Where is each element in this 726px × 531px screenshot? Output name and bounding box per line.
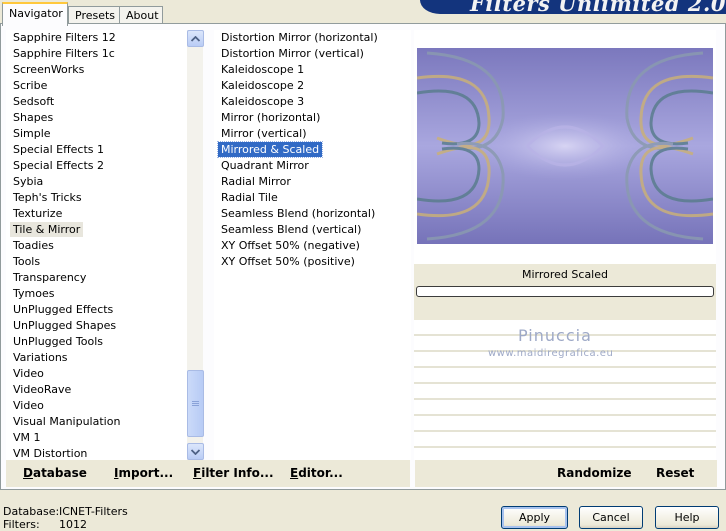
category-item[interactable]: ScreenWorks: [10, 62, 87, 77]
category-item[interactable]: Sedsoft: [10, 94, 57, 109]
preview-panel: Mirrored Scaled Pinuccia www.maidiregraf…: [414, 30, 716, 460]
filter-item[interactable]: Radial Tile: [218, 190, 281, 205]
category-item[interactable]: Tile & Mirror: [10, 222, 84, 237]
category-item[interactable]: Special Effects 2: [10, 158, 107, 173]
help-button[interactable]: Help: [655, 506, 719, 529]
filter-item[interactable]: Quadrant Mirror: [218, 158, 312, 173]
filter-item[interactable]: Distortion Mirror (horizontal): [218, 30, 381, 45]
filters-label: Filters:: [3, 518, 40, 531]
category-item[interactable]: Shapes: [10, 110, 56, 125]
preview-image: [417, 48, 713, 244]
category-item[interactable]: Transparency: [10, 270, 89, 285]
filter-item[interactable]: Kaleidoscope 1: [218, 62, 307, 77]
filter-list[interactable]: Distortion Mirror (horizontal) Distortion…: [214, 30, 411, 460]
left-button-bar: Database Import... Filter Info... Editor…: [6, 460, 410, 487]
watermark-url: www.maidiregrafica.eu: [488, 348, 614, 359]
chevron-up-icon: [191, 35, 200, 42]
category-item[interactable]: Special Effects 1: [10, 142, 107, 157]
category-scrollbar[interactable]: [187, 30, 204, 460]
category-item[interactable]: Sapphire Filters 1c: [10, 46, 118, 61]
filters-value: 1012: [59, 518, 87, 531]
category-item[interactable]: UnPlugged Shapes: [10, 318, 119, 333]
right-button-bar: Randomize Reset: [415, 460, 717, 487]
category-item[interactable]: Visual Manipulation: [10, 414, 123, 429]
category-item[interactable]: Sapphire Filters 12: [10, 30, 119, 45]
preview-graphic: [417, 48, 713, 244]
category-item[interactable]: Teph's Tricks: [10, 190, 85, 205]
database-value: ICNET-Filters: [59, 505, 128, 518]
category-item[interactable]: UnPlugged Tools: [10, 334, 106, 349]
filter-item[interactable]: Mirror (horizontal): [218, 110, 323, 125]
filter-info-button[interactable]: Filter Info...: [193, 466, 274, 480]
banner-title: Filters Unlimited 2.0: [470, 0, 726, 14]
scroll-down-button[interactable]: [187, 443, 204, 460]
category-item[interactable]: Scribe: [10, 78, 50, 93]
filter-item[interactable]: Kaleidoscope 3: [218, 94, 307, 109]
tab-navigator[interactable]: Navigator: [2, 2, 68, 26]
category-item[interactable]: VideoRave: [10, 382, 74, 397]
category-item[interactable]: VM 1: [10, 430, 44, 445]
filter-item[interactable]: Seamless Blend (horizontal): [218, 206, 378, 221]
category-item[interactable]: Tymoes: [10, 286, 57, 301]
category-item[interactable]: VM Distortion: [10, 446, 90, 460]
import-button[interactable]: Import...: [114, 466, 173, 480]
scroll-thumb[interactable]: [187, 370, 204, 437]
filter-item[interactable]: Distortion Mirror (vertical): [218, 46, 367, 61]
filter-item[interactable]: Mirror (vertical): [218, 126, 310, 141]
database-label: Database:: [3, 505, 60, 518]
category-item[interactable]: Sybia: [10, 174, 46, 189]
scroll-up-button[interactable]: [187, 30, 204, 47]
category-item[interactable]: Simple: [10, 126, 54, 141]
effect-name: Mirrored Scaled: [522, 268, 608, 281]
category-item[interactable]: Video: [10, 366, 47, 381]
filters-status: Filters: 1012: [3, 518, 87, 531]
filter-item[interactable]: XY Offset 50% (negative): [218, 238, 363, 253]
chevron-down-icon: [191, 448, 200, 455]
filter-item[interactable]: Mirrored & Scaled: [216, 141, 324, 158]
cancel-button[interactable]: Cancel: [579, 506, 643, 529]
tab-presets[interactable]: Presets: [68, 6, 120, 24]
tab-about[interactable]: About: [119, 6, 163, 24]
filter-item[interactable]: Kaleidoscope 2: [218, 78, 307, 93]
editor-button[interactable]: Editor...: [290, 466, 343, 480]
effect-label-band: Mirrored Scaled: [414, 264, 716, 320]
randomize-button[interactable]: Randomize: [557, 466, 631, 480]
category-list[interactable]: Sapphire Filters 12 Sapphire Filters 1c Sc…: [6, 30, 187, 460]
apply-button[interactable]: Apply: [501, 506, 568, 529]
database-button[interactable]: Database: [23, 466, 87, 480]
filter-item[interactable]: Radial Mirror: [218, 174, 294, 189]
watermark-name: Pinuccia: [518, 326, 592, 345]
database-status: Database:ICNET-Filters: [3, 505, 128, 518]
category-item[interactable]: UnPlugged Effects: [10, 302, 116, 317]
progress-bar: [416, 286, 714, 297]
category-item[interactable]: Variations: [10, 350, 71, 365]
category-item[interactable]: Video: [10, 398, 47, 413]
category-item[interactable]: Tools: [10, 254, 43, 269]
category-item[interactable]: Texturize: [10, 206, 65, 221]
filter-item[interactable]: Seamless Blend (vertical): [218, 222, 364, 237]
reset-button[interactable]: Reset: [656, 466, 694, 480]
title-banner: Filters Unlimited 2.0: [420, 0, 726, 14]
grip-icon: [192, 400, 199, 407]
filter-item[interactable]: XY Offset 50% (positive): [218, 254, 358, 269]
category-item[interactable]: Toadies: [10, 238, 57, 253]
